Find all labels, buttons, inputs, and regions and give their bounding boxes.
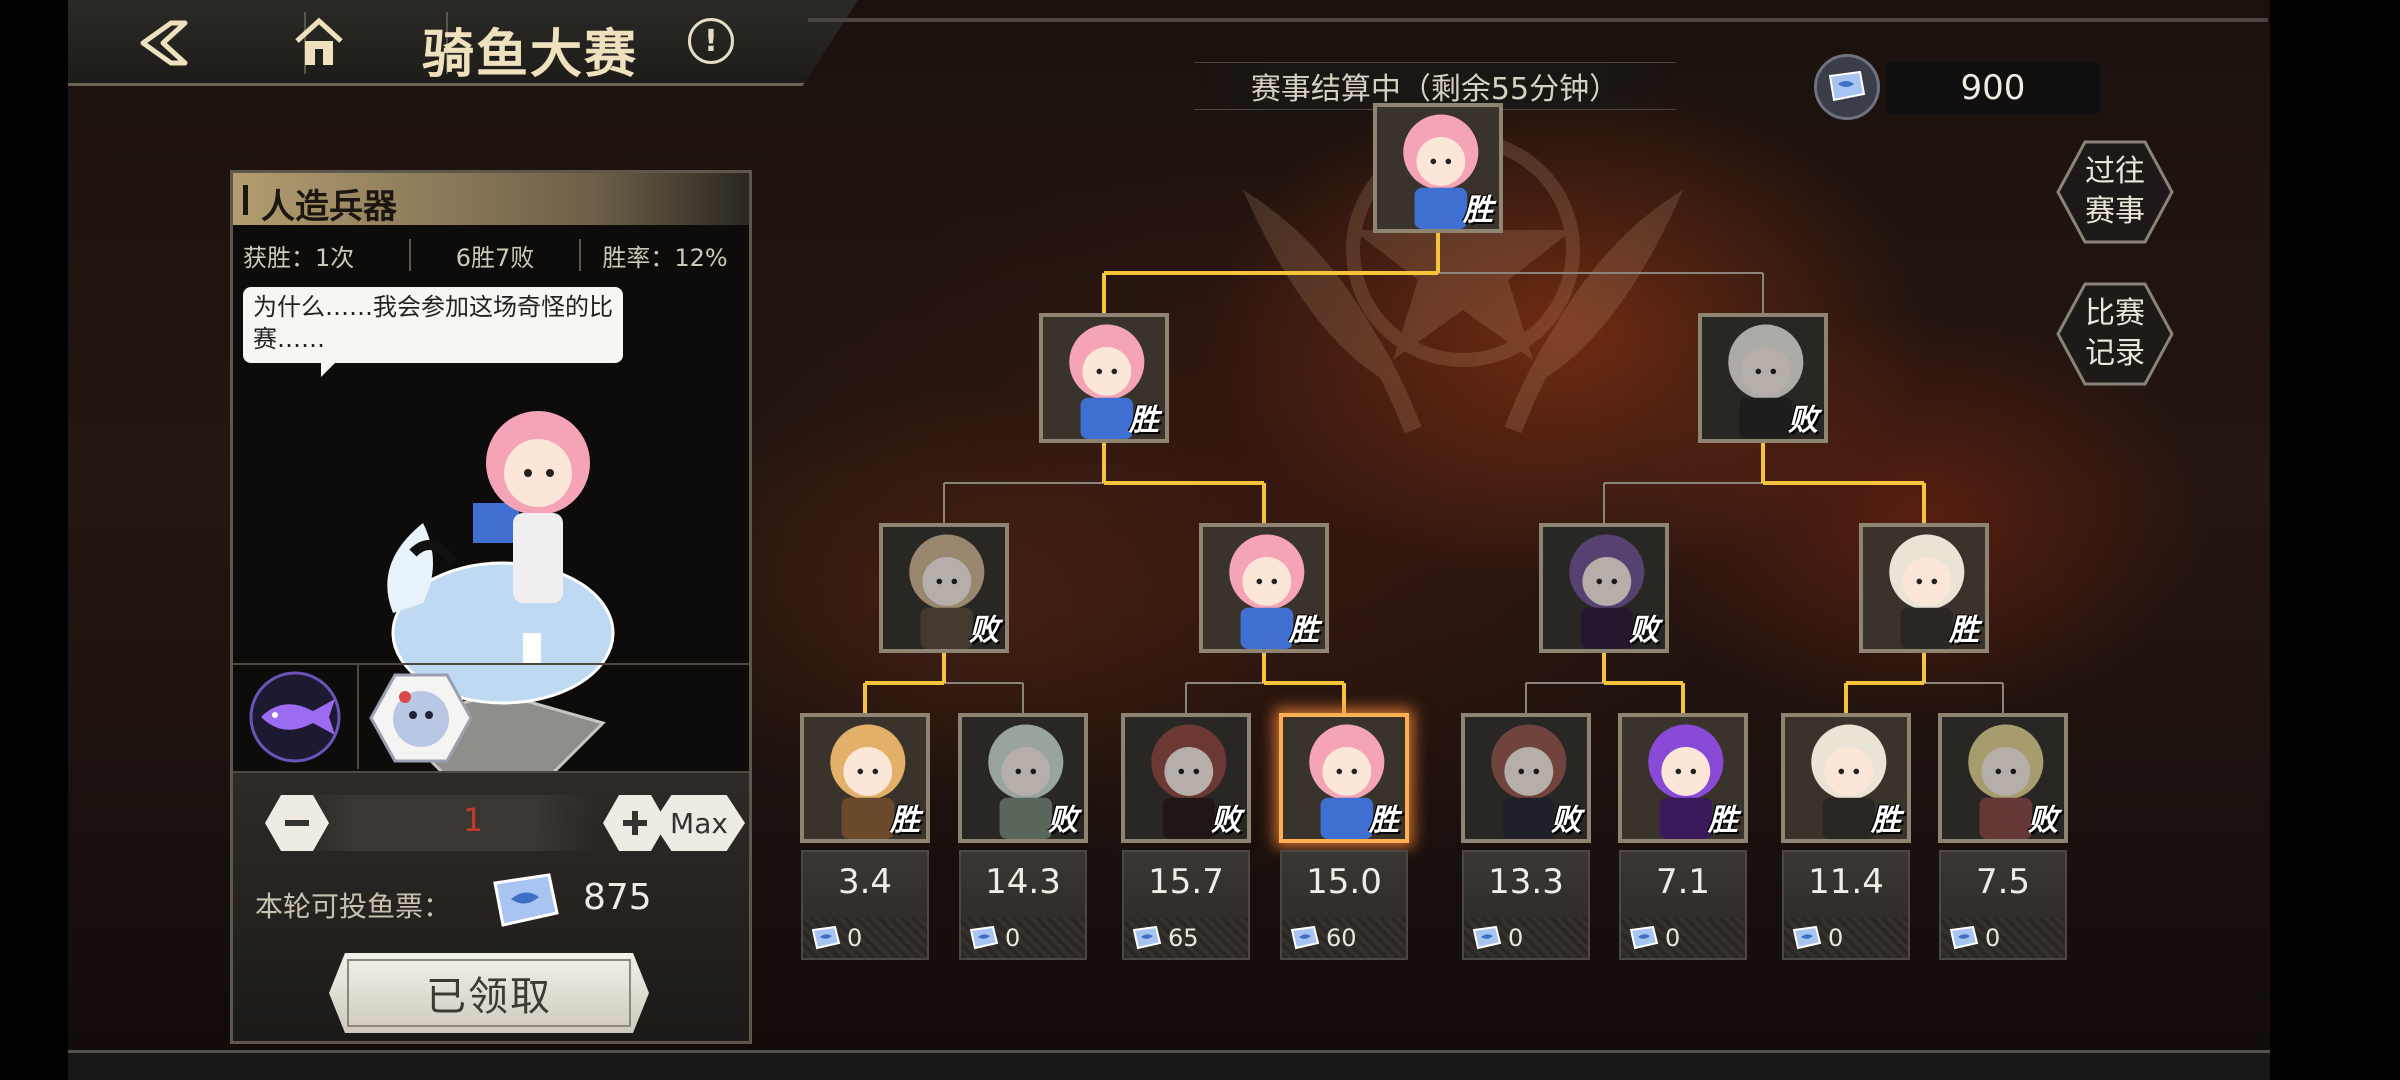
bet-count: 0	[1508, 924, 1524, 952]
bet-total: 0	[1464, 918, 1588, 958]
odds-value: 3.4	[837, 862, 893, 902]
odds-box[interactable]: 11.4 0	[1782, 850, 1910, 960]
match-result-label: 胜	[1289, 613, 1319, 648]
bottom-bar	[68, 1050, 2270, 1080]
bracket-quarterfinal-card[interactable]: 胜	[1859, 523, 1989, 653]
bet-total: 0	[961, 918, 1085, 958]
bracket-round1-card[interactable]: 胜	[1618, 713, 1748, 843]
bracket-round1-card[interactable]: 败	[1461, 713, 1591, 843]
match-result-label: 败	[1048, 803, 1078, 838]
odds-value: 14.3	[985, 862, 1061, 902]
odds-box[interactable]: 7.5 0	[1939, 850, 2067, 960]
game-screen: 骑鱼大赛 ! 赛事结算中（剩余55分钟） 900 过往 赛事 比赛 记录 人造兵…	[68, 0, 2270, 1080]
odds-value: 7.5	[1975, 862, 2031, 902]
match-result-label: 败	[969, 613, 999, 648]
match-result-label: 胜	[1463, 193, 1493, 228]
match-result-label: 胜	[1949, 613, 1979, 648]
match-result-label: 胜	[890, 803, 920, 838]
bet-count: 0	[1005, 924, 1021, 952]
bet-count: 0	[1985, 924, 2001, 952]
odds-value: 13.3	[1488, 862, 1564, 902]
bet-count: 0	[847, 924, 863, 952]
bracket-quarterfinal-card[interactable]: 败	[1539, 523, 1669, 653]
odds-value: 7.1	[1655, 862, 1711, 902]
bracket-round1-card[interactable]: 胜	[1279, 713, 1409, 843]
bracket-quarterfinal-card[interactable]: 败	[879, 523, 1009, 653]
bet-total: 65	[1124, 918, 1248, 958]
fish-ticket-icon	[1290, 926, 1320, 950]
odds-value: 11.4	[1808, 862, 1884, 902]
odds-value: 15.7	[1148, 862, 1224, 902]
bracket-quarterfinal-card[interactable]: 胜	[1199, 523, 1329, 653]
bracket-round1-card[interactable]: 胜	[800, 713, 930, 843]
bet-count: 65	[1168, 924, 1199, 952]
bracket-round1-card[interactable]: 败	[1121, 713, 1251, 843]
match-result-label: 胜	[1369, 803, 1399, 838]
match-result-label: 败	[1551, 803, 1581, 838]
match-result-label: 败	[2028, 803, 2058, 838]
bracket-round1-card[interactable]: 败	[958, 713, 1088, 843]
match-result-label: 败	[1629, 613, 1659, 648]
match-result-label: 败	[1788, 403, 1818, 438]
match-result-label: 胜	[1871, 803, 1901, 838]
odds-box[interactable]: 15.0 60	[1280, 850, 1408, 960]
bet-total: 60	[1282, 918, 1406, 958]
bet-total: 0	[1784, 918, 1908, 958]
bracket-semifinal-card[interactable]: 败	[1698, 313, 1828, 443]
match-result-label: 胜	[1129, 403, 1159, 438]
odds-box[interactable]: 3.4 0	[801, 850, 929, 960]
odds-value: 15.0	[1306, 862, 1382, 902]
fish-ticket-icon	[811, 926, 841, 950]
fish-ticket-icon	[1472, 926, 1502, 950]
bracket-champion-card[interactable]: 胜	[1373, 103, 1503, 233]
odds-box[interactable]: 14.3 0	[959, 850, 1087, 960]
fish-ticket-icon	[969, 926, 999, 950]
bet-count: 60	[1326, 924, 1357, 952]
odds-box[interactable]: 13.3 0	[1462, 850, 1590, 960]
odds-box[interactable]: 15.7 65	[1122, 850, 1250, 960]
bracket-round1-card[interactable]: 败	[1938, 713, 2068, 843]
bet-count: 0	[1828, 924, 1844, 952]
bracket-semifinal-card[interactable]: 胜	[1039, 313, 1169, 443]
match-result-label: 败	[1211, 803, 1241, 838]
odds-box[interactable]: 7.1 0	[1619, 850, 1747, 960]
match-result-label: 胜	[1708, 803, 1738, 838]
fish-ticket-icon	[1949, 926, 1979, 950]
bet-total: 0	[803, 918, 927, 958]
bracket-round1-card[interactable]: 胜	[1781, 713, 1911, 843]
bet-total: 0	[1621, 918, 1745, 958]
bet-total: 0	[1941, 918, 2065, 958]
fish-ticket-icon	[1132, 926, 1162, 950]
bet-count: 0	[1665, 924, 1681, 952]
fish-ticket-icon	[1629, 926, 1659, 950]
fish-ticket-icon	[1792, 926, 1822, 950]
